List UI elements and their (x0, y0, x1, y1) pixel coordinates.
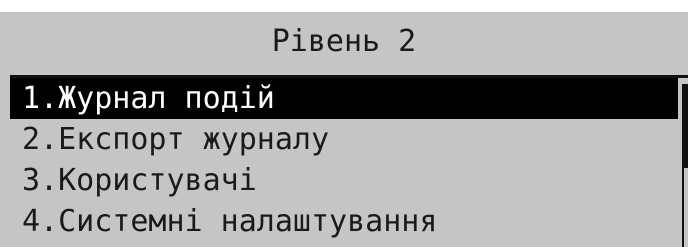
menu-list: 1.Журнал подій 2.Експорт журналу 3.Корис… (10, 78, 678, 242)
device-screen: Рівень 2 1.Журнал подій 2.Експорт журнал… (0, 12, 688, 247)
menu-scrollbar[interactable] (682, 84, 688, 247)
menu-item-event-log[interactable]: 1.Журнал подій (10, 78, 678, 119)
scrollbar-thumb[interactable] (682, 84, 688, 168)
menu-item-users[interactable]: 3.Користувачі (10, 160, 678, 201)
menu-item-system-settings[interactable]: 4.Системні налаштування (10, 201, 678, 242)
menu-item-export-log[interactable]: 2.Експорт журналу (10, 119, 678, 160)
menu-title: Рівень 2 (271, 24, 417, 59)
